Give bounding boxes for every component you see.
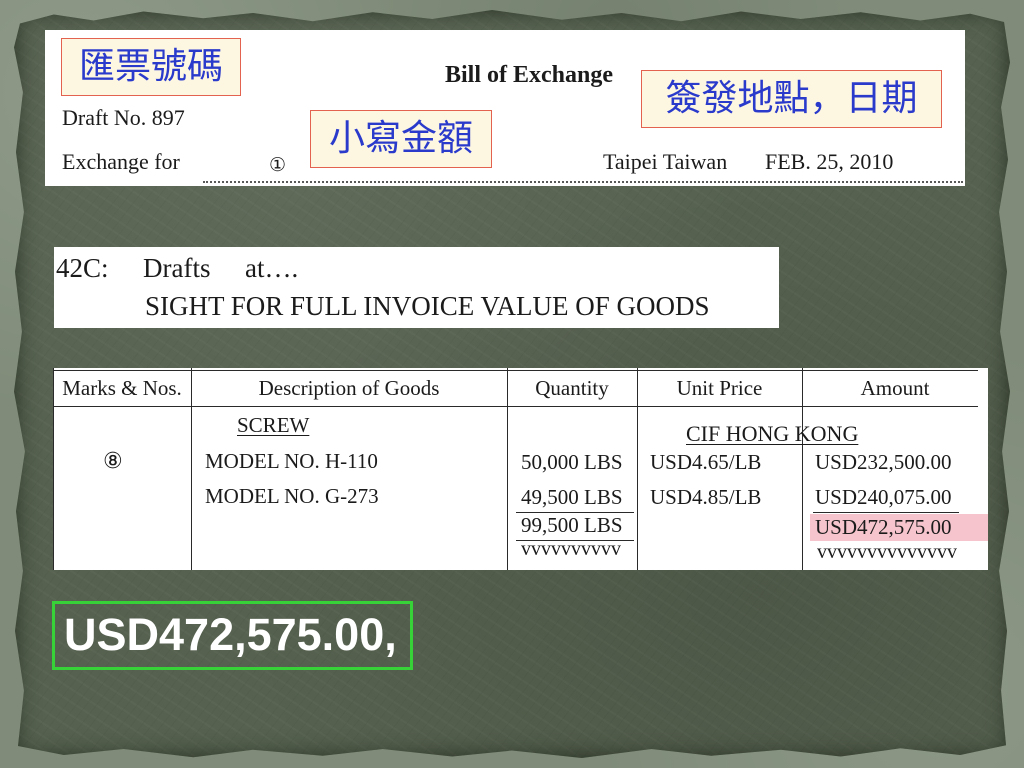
quantity-close-marks: vvvvvvvvvv [521, 538, 621, 560]
row-amount: USD232,500.00 [815, 450, 952, 474]
row-description: MODEL NO. H-110 [205, 449, 378, 473]
column-header-amount: Amount [860, 376, 930, 400]
callout-place-and-date: 簽發地點，日期 [641, 70, 942, 128]
clause-tag: 42C: [56, 253, 109, 283]
issue-date: FEB. 25, 2010 [765, 149, 894, 174]
clause-field-name: Drafts [143, 253, 211, 283]
lc-clause-excerpt: 42C: Drafts at…. SIGHT FOR FULL INVOICE … [54, 247, 779, 328]
row-quantity: 49,500 LBS [521, 485, 623, 509]
shipping-mark: ⑧ [103, 449, 123, 474]
bill-of-exchange-excerpt: Bill of Exchange Draft No. 897 Exchange … [45, 30, 965, 186]
callout-draft-number: 匯票號碼 [61, 38, 241, 96]
bill-title: Bill of Exchange [445, 62, 614, 88]
amount-close-marks: vvvvvvvvvvvvvv [817, 541, 957, 563]
column-header-marks: Marks & Nos. [62, 376, 182, 400]
amount-marker: ① [269, 154, 287, 176]
total-amount: USD472,575.00 [815, 515, 952, 539]
dotted-rule [203, 181, 963, 183]
row-description: MODEL NO. G-273 [205, 484, 379, 508]
draft-number: Draft No. 897 [62, 105, 185, 130]
commodity-name: SCREW [237, 413, 310, 437]
row-amount: USD240,075.00 [815, 485, 952, 509]
invoice-table: Marks & Nos. Description of Goods Quanti… [53, 368, 988, 570]
clause-field-suffix: at…. [245, 253, 299, 283]
exchange-for-label: Exchange for [62, 149, 180, 174]
row-unit-price: USD4.65/LB [650, 450, 762, 474]
price-term: CIF HONG KONG [686, 421, 859, 446]
clause-value: SIGHT FOR FULL INVOICE VALUE OF GOODS [145, 291, 710, 321]
column-header-description: Description of Goods [258, 376, 440, 400]
column-header-quantity: Quantity [535, 376, 609, 400]
row-quantity: 50,000 LBS [521, 450, 623, 474]
answer-amount: USD472,575.00, [64, 609, 397, 660]
callout-amount-in-figures: 小寫金額 [310, 110, 492, 168]
row-unit-price: USD4.85/LB [650, 485, 762, 509]
column-header-unit-price: Unit Price [676, 376, 763, 400]
answer-box: USD472,575.00, [52, 601, 413, 670]
issue-place: Taipei Taiwan [603, 149, 728, 174]
